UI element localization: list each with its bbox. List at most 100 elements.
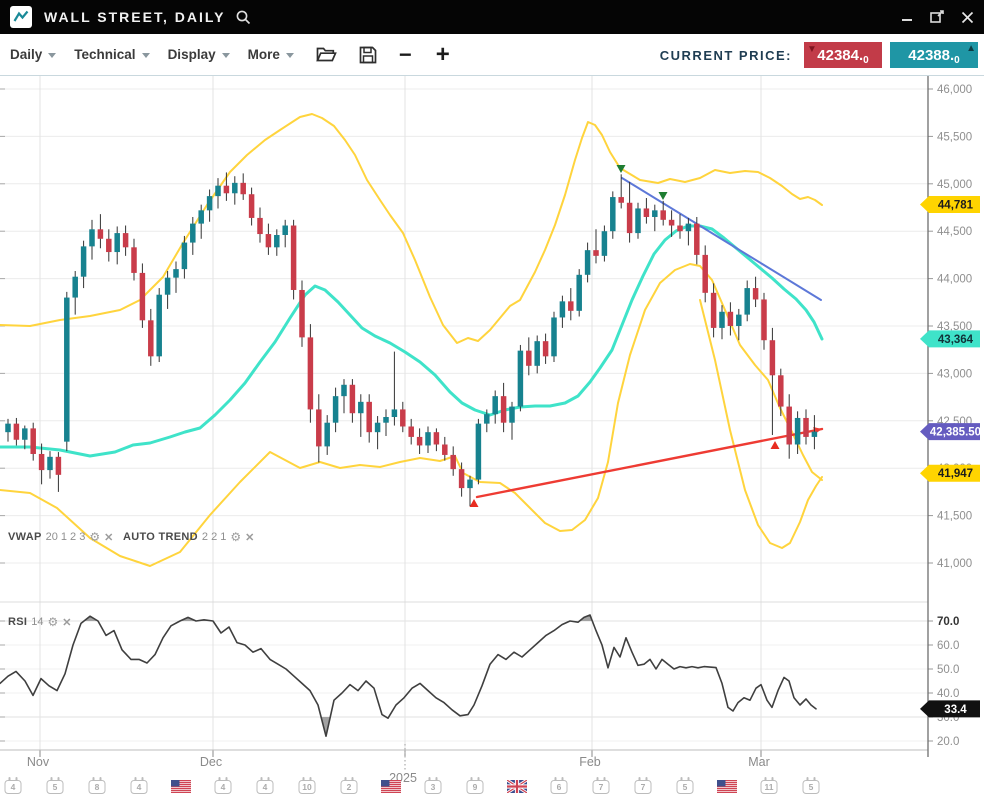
us-flag-icon[interactable] bbox=[171, 780, 191, 798]
calendar-event-icon[interactable]: 6 bbox=[551, 780, 568, 794]
candle-body bbox=[366, 402, 372, 432]
calendar-event-icon[interactable]: 5 bbox=[677, 780, 694, 794]
calendar-event-icon[interactable]: 10 bbox=[299, 780, 316, 794]
candle-body bbox=[333, 396, 339, 423]
candle-body bbox=[442, 445, 448, 455]
candle-body bbox=[341, 385, 347, 396]
calendar-event-icon[interactable]: 4 bbox=[131, 780, 148, 794]
candle-body bbox=[568, 301, 574, 310]
y-axis-label: 43,000 bbox=[937, 368, 972, 380]
candle-body bbox=[140, 273, 146, 320]
candle-body bbox=[224, 186, 230, 194]
candle-body bbox=[383, 417, 389, 423]
candle-body bbox=[660, 210, 666, 219]
calendar-event-icon[interactable]: 3 bbox=[425, 780, 442, 794]
candle-body bbox=[585, 250, 591, 275]
calendar-event-icon[interactable]: 4 bbox=[5, 780, 22, 794]
rsi-axis-label: 40.0 bbox=[937, 688, 959, 700]
calendar-event-icon[interactable]: 5 bbox=[47, 780, 64, 794]
x-axis-label: Feb bbox=[579, 755, 601, 769]
sell-signal-icon bbox=[617, 165, 626, 173]
candle-body bbox=[635, 208, 641, 233]
calendar-event-icon[interactable]: 5 bbox=[803, 780, 820, 794]
calendar-event-icon[interactable]: 7 bbox=[593, 780, 610, 794]
candle-body bbox=[803, 418, 809, 437]
candle-body bbox=[467, 480, 473, 489]
candle-body bbox=[232, 183, 238, 193]
candle-body bbox=[39, 454, 45, 470]
candle-body bbox=[148, 320, 154, 356]
candle-body bbox=[299, 290, 305, 337]
candle-body bbox=[728, 312, 734, 326]
calendar-event-icon[interactable]: 11 bbox=[761, 780, 778, 794]
candle-body bbox=[795, 418, 801, 445]
candle-body bbox=[282, 226, 288, 235]
candle-body bbox=[408, 426, 414, 436]
x-axis-label: Nov bbox=[27, 755, 50, 769]
uk-flag-icon[interactable] bbox=[507, 780, 527, 798]
candle-body bbox=[518, 351, 524, 407]
rsi-line bbox=[0, 615, 816, 736]
calendar-event-icon[interactable]: 9 bbox=[467, 780, 484, 794]
price-badge-text: 41,947 bbox=[938, 468, 973, 480]
y-axis-label: 45,000 bbox=[937, 179, 972, 191]
candle-body bbox=[492, 396, 498, 414]
candle-body bbox=[719, 312, 725, 328]
remove-indicator-icon[interactable]: ✕ bbox=[245, 531, 254, 544]
calendar-event-icon[interactable]: 4 bbox=[257, 780, 274, 794]
candle-body bbox=[358, 402, 364, 413]
gear-icon[interactable]: ⚙ bbox=[48, 615, 59, 629]
candle-body bbox=[476, 424, 482, 480]
price-badge-text: 43,364 bbox=[938, 334, 974, 346]
candle-body bbox=[198, 210, 204, 223]
calendar-event-icon[interactable]: 7 bbox=[635, 780, 652, 794]
candle-body bbox=[560, 301, 566, 317]
candle-body bbox=[417, 437, 423, 446]
x-axis-label: Dec bbox=[200, 755, 222, 769]
candle-body bbox=[308, 337, 314, 409]
auto-trend-support[interactable] bbox=[477, 429, 822, 497]
candle-body bbox=[543, 341, 549, 356]
candle-body bbox=[14, 424, 20, 440]
candle-body bbox=[686, 224, 692, 232]
gear-icon[interactable]: ⚙ bbox=[230, 530, 241, 544]
candle-body bbox=[47, 457, 53, 470]
candle-body bbox=[526, 351, 532, 366]
candle-body bbox=[131, 247, 137, 273]
candle-body bbox=[190, 224, 196, 243]
auto-trend-resistance[interactable] bbox=[622, 178, 821, 300]
rsi-badge-text: 33.4 bbox=[944, 704, 967, 716]
trading-app-window: WALL STREET, DAILY Daily Technical Displ… bbox=[0, 0, 984, 804]
candle-body bbox=[173, 269, 179, 278]
candle-body bbox=[274, 235, 280, 247]
y-axis-label: 45,500 bbox=[937, 131, 972, 143]
remove-indicator-icon[interactable]: ✕ bbox=[104, 531, 113, 544]
gear-icon[interactable]: ⚙ bbox=[89, 530, 100, 544]
candle-body bbox=[165, 278, 171, 295]
buy-signal-icon bbox=[470, 499, 479, 507]
candle-body bbox=[316, 409, 322, 446]
calendar-event-icon[interactable]: 8 bbox=[89, 780, 106, 794]
indicator-label-vwap: VWAP 20 1 2 3 ⚙ ✕ bbox=[8, 530, 113, 544]
candle-body bbox=[392, 409, 398, 417]
buy-signal-icon bbox=[771, 441, 780, 449]
candle-body bbox=[56, 457, 62, 475]
price-chart[interactable]: 46,00045,50045,00044,50044,00043,50043,0… bbox=[0, 0, 984, 804]
remove-indicator-icon[interactable]: ✕ bbox=[62, 616, 71, 629]
candle-body bbox=[677, 226, 683, 232]
calendar-event-icon[interactable]: 2 bbox=[341, 780, 358, 794]
candle-body bbox=[576, 275, 582, 311]
candle-body bbox=[761, 299, 767, 340]
rsi-axis-label: 50.0 bbox=[937, 664, 959, 676]
candle-body bbox=[434, 432, 440, 444]
calendar-event-icon[interactable]: 4 bbox=[215, 780, 232, 794]
us-flag-icon[interactable] bbox=[717, 780, 737, 798]
price-badge-text: 42,385.50 bbox=[930, 427, 981, 439]
candle-body bbox=[30, 428, 36, 454]
indicator-label-rsi: RSI 14 ⚙ ✕ bbox=[8, 615, 71, 629]
us-flag-icon[interactable] bbox=[381, 780, 401, 798]
candle-body bbox=[123, 233, 129, 247]
candle-body bbox=[593, 250, 599, 256]
candle-body bbox=[89, 229, 95, 246]
rsi-axis-label: 70.0 bbox=[937, 616, 959, 628]
